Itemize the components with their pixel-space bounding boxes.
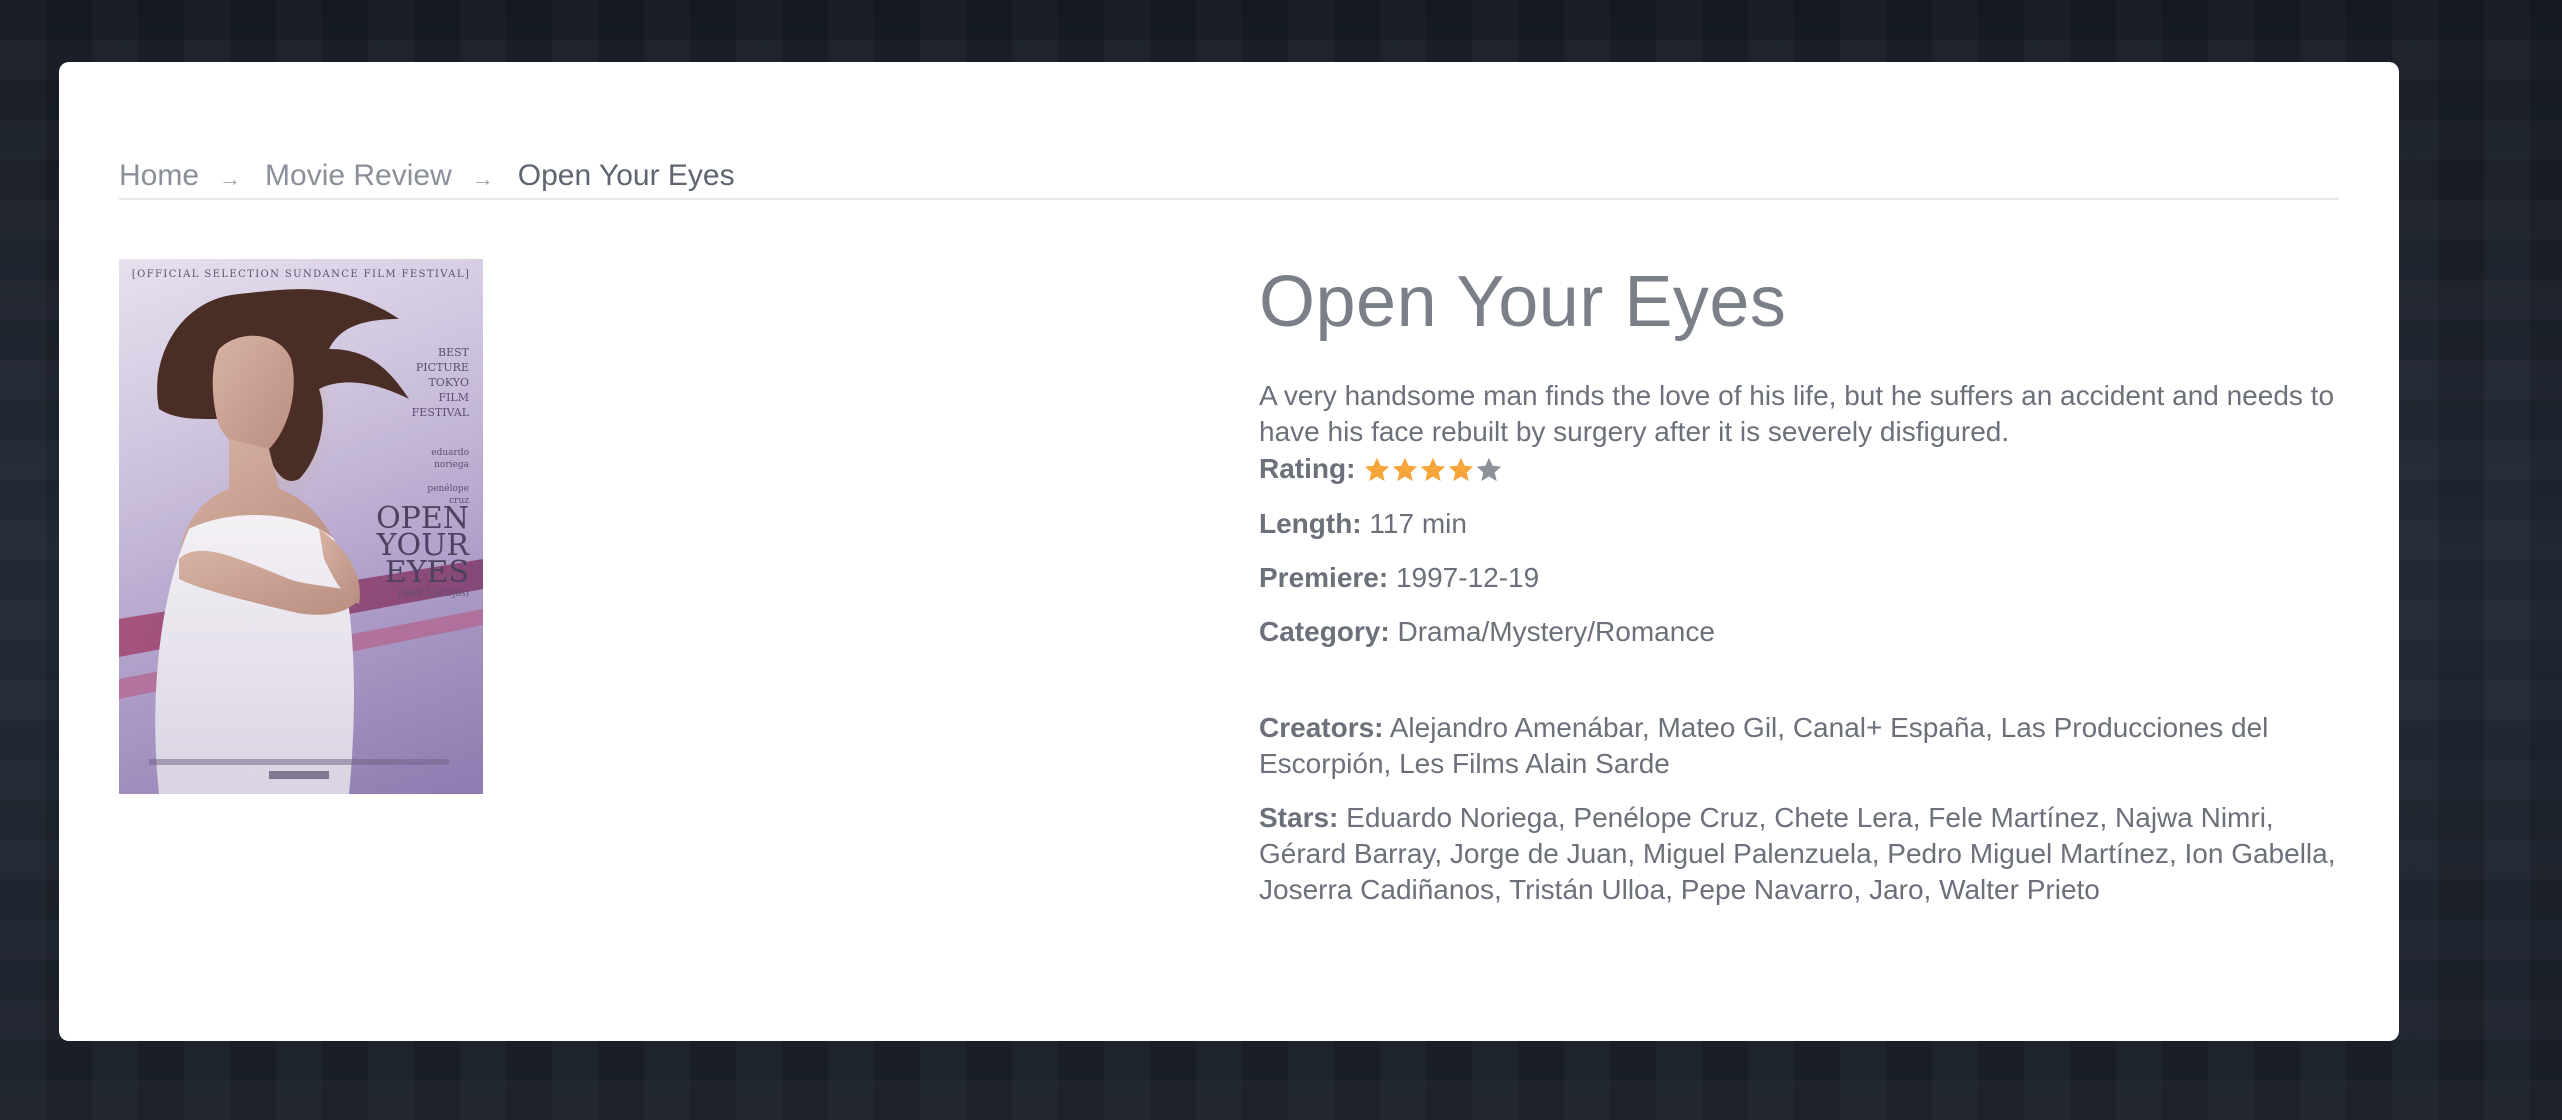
premiere-row: Premiere: 1997-12-19 <box>1259 560 2359 596</box>
breadcrumb-home-link[interactable]: Home <box>119 159 199 193</box>
breadcrumb-divider <box>119 198 2339 200</box>
poster-title: OPEN YOUR EYES <box>376 501 469 590</box>
star-filled-icon <box>1447 456 1475 484</box>
category-row: Category: Drama/Mystery/Romance <box>1259 614 2359 650</box>
breadcrumb-movie-review-link[interactable]: Movie Review <box>265 159 452 193</box>
length-row: Length: 117 min <box>1259 506 2359 542</box>
rating-row: Rating: <box>1259 450 2359 488</box>
premiere-value: 1997-12-19 <box>1395 562 1540 593</box>
stars-value: Eduardo Noriega, Penélope Cruz, Chete Le… <box>1259 802 2336 905</box>
creators-value: Alejandro Amenábar, Mateo Gil, Canal+ Es… <box>1259 712 2269 779</box>
poster-award-text: BEST PICTURE TOKYO FILM FESTIVAL <box>411 346 469 419</box>
creators-label: Creators: <box>1259 712 1384 743</box>
star-empty-icon <box>1475 456 1503 484</box>
category-value: Drama/Mystery/Romance <box>1397 616 1715 647</box>
breadcrumb: Home → Movie Review → Open Your Eyes <box>119 159 735 193</box>
length-label: Length: <box>1259 508 1362 539</box>
rating-label: Rating: <box>1259 453 1356 484</box>
star-rating <box>1363 456 1503 484</box>
poster-subtitle: (Abre Los Ojos) <box>398 589 469 599</box>
poster-festival-line: [OFFICIAL SELECTION SUNDANCE FILM FESTIV… <box>131 269 471 280</box>
movie-title: Open Your Eyes <box>1259 262 1787 342</box>
star-filled-icon <box>1363 456 1391 484</box>
creators-row: Creators: Alejandro Amenábar, Mateo Gil,… <box>1259 710 2359 782</box>
category-label: Category: <box>1259 616 1390 647</box>
premiere-label: Premiere: <box>1259 562 1389 593</box>
star-filled-icon <box>1419 456 1447 484</box>
star-filled-icon <box>1391 456 1419 484</box>
length-value: 117 min <box>1369 508 1467 539</box>
breadcrumb-current: Open Your Eyes <box>517 159 735 192</box>
movie-poster: [OFFICIAL SELECTION SUNDANCE FILM FESTIV… <box>119 259 483 794</box>
movie-details: Open Your Eyes A very handsome man finds… <box>1259 252 2359 908</box>
poster-cast-names: eduardo noriega penélope cruz <box>427 448 469 506</box>
arrow-right-icon: → <box>219 166 242 191</box>
arrow-right-icon: → <box>471 166 494 191</box>
stars-label: Stars: <box>1259 802 1339 833</box>
movie-description: A very handsome man finds the love of hi… <box>1259 380 2335 447</box>
stars-row: Stars: Eduardo Noriega, Penélope Cruz, C… <box>1259 800 2359 908</box>
movie-card: Home → Movie Review → Open Your Eyes [OF… <box>59 62 2399 1041</box>
